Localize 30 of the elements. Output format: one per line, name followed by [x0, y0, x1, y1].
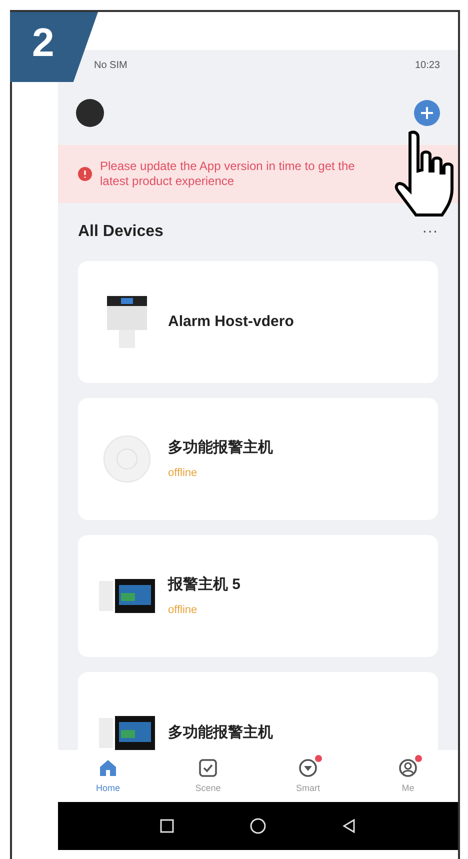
more-options[interactable]: ···: [422, 220, 438, 244]
device-name: 多功能报警主机: [168, 438, 273, 458]
me-icon: [397, 756, 419, 779]
device-name: 报警主机 5: [168, 574, 241, 594]
device-card[interactable]: 报警主机 5 offline: [78, 535, 438, 657]
update-message: Please update the App version in time to get the latest product experience: [100, 159, 356, 189]
add-button[interactable]: [414, 100, 440, 126]
square-icon[interactable]: [160, 819, 174, 833]
avatar[interactable]: [76, 98, 104, 126]
triangle-icon[interactable]: [342, 819, 356, 833]
plus-icon: [420, 106, 434, 120]
clock: 10:23: [414, 58, 440, 72]
alert-icon: [78, 167, 92, 181]
scene-icon: [197, 756, 219, 779]
device-card[interactable]: 多功能报警主机: [78, 672, 438, 750]
device-name: Alarm Host-vdero: [168, 312, 294, 332]
alarm-panel-drawing: [107, 294, 147, 350]
device-name: 多功能报警主机: [168, 722, 273, 743]
section-title: All Devices: [78, 222, 164, 242]
device-status: offline: [168, 466, 198, 481]
smart-icon: [297, 756, 319, 779]
round-sensor-drawing: [103, 435, 151, 483]
touchscreen-panel-drawing: [99, 716, 155, 750]
device-status: offline: [168, 603, 198, 618]
touchscreen-panel-drawing: [99, 579, 155, 613]
carrier-status: No SIM: [94, 58, 128, 72]
device-card[interactable]: 多功能报警主机 offline: [78, 398, 438, 520]
device-card[interactable]: Alarm Host-vdero: [78, 261, 438, 383]
circle-icon[interactable]: [250, 818, 266, 834]
tab[interactable]: Home: [78, 756, 138, 796]
